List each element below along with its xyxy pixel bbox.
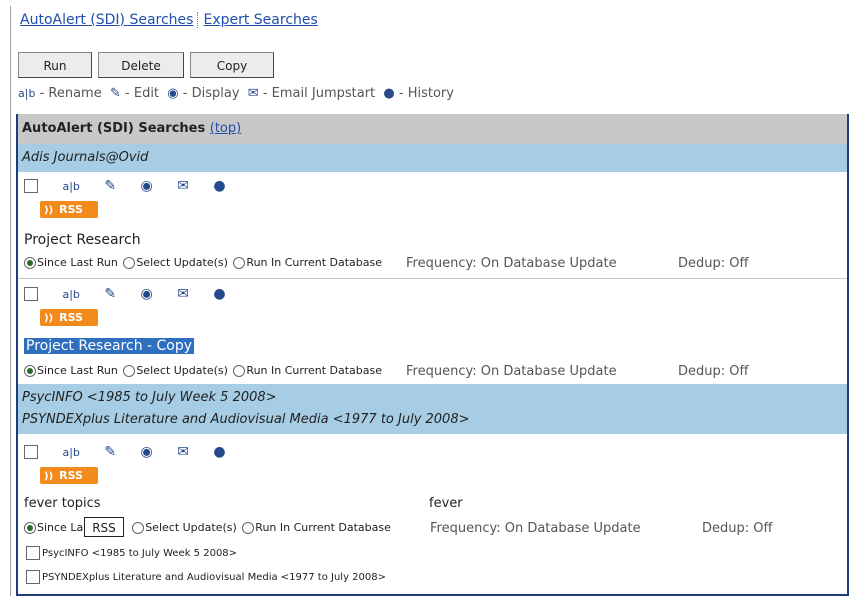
- run-current-label: Run In Current Database: [255, 521, 391, 534]
- clock-icon[interactable]: ●: [213, 286, 225, 302]
- frequency-text: Frequency: On Database Update: [406, 256, 617, 271]
- dedup-text: Dedup: Off: [678, 364, 749, 379]
- copy-button[interactable]: Copy: [190, 52, 274, 78]
- eye-icon[interactable]: ◉: [141, 286, 153, 302]
- frequency-text: Frequency: On Database Update: [430, 521, 641, 536]
- rss-label: RSS: [59, 311, 83, 324]
- database-header: Adis Journals@Ovid: [18, 144, 847, 172]
- since-last-run-radio[interactable]: [24, 257, 36, 269]
- tab-separator: [197, 12, 199, 28]
- rss-button[interactable]: )) RSS: [40, 201, 98, 218]
- legend-history-label: - History: [398, 86, 454, 101]
- search-actions: a|b ✎ ◉ ✉ ●: [24, 286, 246, 306]
- run-options: Since Last Run Select Update(s) Run In C…: [24, 364, 384, 377]
- clock-icon[interactable]: ●: [213, 444, 225, 460]
- select-checkbox[interactable]: [24, 179, 38, 193]
- pencil-icon[interactable]: ✎: [104, 444, 116, 460]
- database-name: PSYNDEXplus Literature and Audiovisual M…: [22, 412, 470, 427]
- subdb-label: PsycINFO <1985 to July Week 5 2008>: [42, 548, 238, 559]
- legend-email-label: - Email Jumpstart: [262, 86, 376, 101]
- pencil-icon[interactable]: ✎: [104, 286, 116, 302]
- eye-icon[interactable]: ◉: [141, 178, 153, 194]
- eye-icon[interactable]: ◉: [141, 444, 153, 460]
- rss-feed-icon: )): [44, 313, 54, 324]
- pencil-icon[interactable]: ✎: [104, 178, 116, 194]
- rss-button[interactable]: )) RSS: [40, 309, 98, 326]
- divider: [18, 278, 847, 279]
- panel-title: AutoAlert (SDI) Searches: [22, 121, 206, 136]
- rename-icon[interactable]: a|b: [62, 288, 79, 301]
- rss-button[interactable]: )) RSS: [40, 467, 98, 484]
- since-last-run-label: Since Last Run: [37, 364, 118, 377]
- rss-label: RSS: [59, 469, 83, 482]
- rename-icon[interactable]: a|b: [62, 180, 79, 193]
- subdb-label: PSYNDEXplus Literature and Audiovisual M…: [42, 572, 387, 583]
- tab-autoalert[interactable]: AutoAlert (SDI) Searches: [20, 12, 193, 28]
- select-updates-label: Select Update(s): [136, 256, 228, 269]
- panel-header: AutoAlert (SDI) Searches (top): [18, 114, 847, 144]
- since-last-run-label: Since La: [37, 521, 84, 534]
- run-current-radio[interactable]: [233, 365, 246, 377]
- select-updates-radio[interactable]: [132, 522, 145, 534]
- email-upload-icon[interactable]: ✉: [177, 444, 189, 460]
- run-current-label: Run In Current Database: [246, 256, 383, 269]
- rss-tooltip: RSS: [84, 517, 124, 537]
- search-title: Project Research - Copy: [24, 338, 195, 354]
- rename-icon[interactable]: a|b: [62, 446, 79, 459]
- search-title: Project Research: [24, 232, 141, 248]
- run-options: Since La Select Update(s) Run In Current…: [24, 521, 393, 534]
- select-updates-radio[interactable]: [123, 257, 136, 269]
- since-last-run-radio[interactable]: [24, 365, 36, 377]
- database-header: PsycINFO <1985 to July Week 5 2008> PSYN…: [18, 384, 847, 434]
- eye-icon: ◉: [167, 86, 179, 101]
- clock-icon[interactable]: ●: [213, 178, 225, 194]
- run-current-radio[interactable]: [233, 257, 246, 269]
- legend-edit-label: - Edit: [125, 86, 160, 101]
- email-upload-icon: ✉: [247, 86, 259, 101]
- search-title: fever topics: [24, 496, 101, 511]
- legend-rename-label: - Rename: [39, 86, 102, 101]
- dedup-text: Dedup: Off: [702, 521, 773, 536]
- run-current-radio[interactable]: [242, 522, 255, 534]
- dedup-text: Dedup: Off: [678, 256, 749, 271]
- select-updates-label: Select Update(s): [145, 521, 237, 534]
- top-link[interactable]: (top): [210, 121, 241, 136]
- database-name: Adis Journals@Ovid: [22, 150, 149, 165]
- rss-feed-icon: )): [44, 471, 54, 482]
- select-checkbox[interactable]: [24, 287, 38, 301]
- search-actions: a|b ✎ ◉ ✉ ●: [24, 444, 246, 464]
- clock-icon: ●: [383, 86, 395, 101]
- subdb-row: PsycINFO <1985 to July Week 5 2008>: [26, 546, 237, 560]
- database-name: PsycINFO <1985 to July Week 5 2008>: [22, 390, 277, 405]
- search-actions: a|b ✎ ◉ ✉ ●: [24, 178, 246, 198]
- since-last-run-radio[interactable]: [24, 522, 36, 534]
- since-last-run-label: Since Last Run: [37, 256, 118, 269]
- rss-feed-icon: )): [44, 205, 54, 216]
- icon-legend: a|b - Rename ✎ - Edit ◉ - Display ✉ - Em…: [18, 86, 454, 101]
- search-term: fever: [429, 496, 463, 511]
- email-upload-icon[interactable]: ✉: [177, 286, 189, 302]
- select-updates-radio[interactable]: [123, 365, 136, 377]
- tab-expert-searches[interactable]: Expert Searches: [203, 12, 317, 28]
- frequency-text: Frequency: On Database Update: [406, 364, 617, 379]
- run-options: Since Last Run Select Update(s) Run In C…: [24, 256, 384, 269]
- legend-display-label: - Display: [182, 86, 240, 101]
- subdb-checkbox[interactable]: [26, 546, 40, 560]
- email-upload-icon[interactable]: ✉: [177, 178, 189, 194]
- rename-icon: a|b: [18, 87, 36, 100]
- select-updates-label: Select Update(s): [136, 364, 228, 377]
- rss-label: RSS: [59, 203, 83, 216]
- searches-panel: AutoAlert (SDI) Searches (top) Adis Jour…: [16, 114, 849, 596]
- run-current-label: Run In Current Database: [246, 364, 383, 377]
- delete-button[interactable]: Delete: [98, 52, 184, 78]
- tab-bar: AutoAlert (SDI) Searches Expert Searches: [20, 12, 318, 28]
- pencil-icon: ✎: [109, 86, 121, 101]
- select-checkbox[interactable]: [24, 445, 38, 459]
- subdb-checkbox[interactable]: [26, 570, 40, 584]
- subdb-row: PSYNDEXplus Literature and Audiovisual M…: [26, 570, 386, 584]
- run-button[interactable]: Run: [18, 52, 92, 78]
